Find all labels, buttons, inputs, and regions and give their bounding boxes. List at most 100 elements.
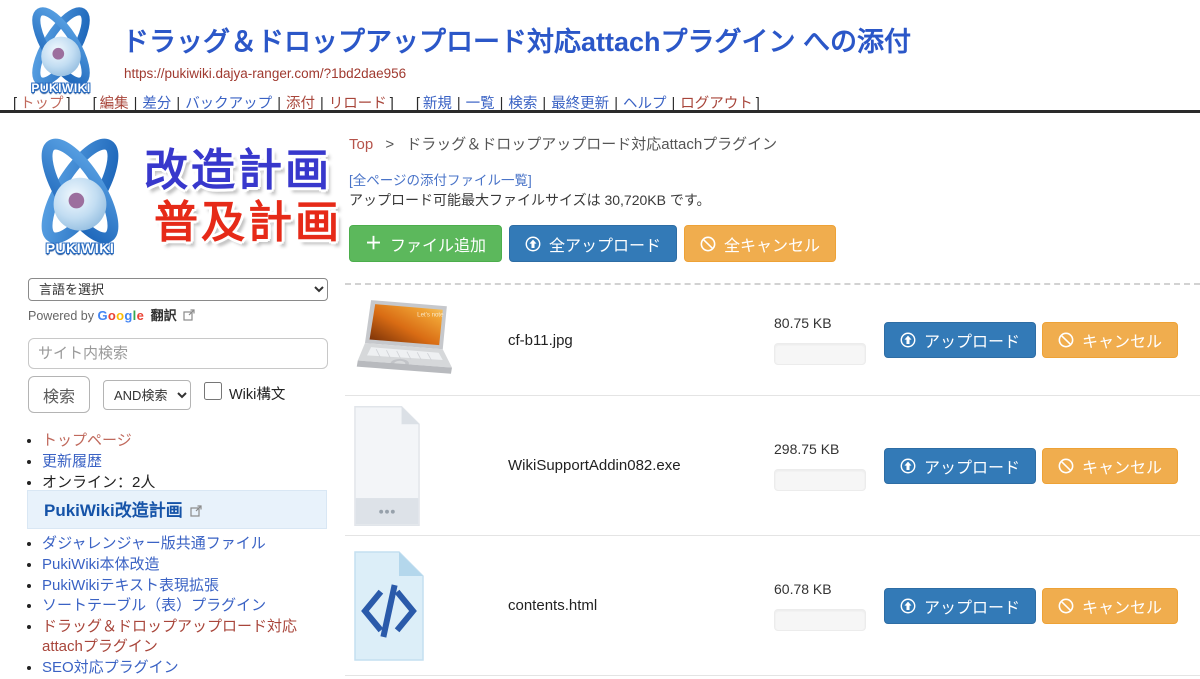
bracket: [ bbox=[416, 96, 420, 112]
upload-toolbar: ＋ ファイル追加 全アップロード 全キャンセル bbox=[349, 225, 836, 262]
separator: | bbox=[500, 96, 504, 112]
sidebar-link-dragdrop-attach[interactable]: ドラッグ＆ドロップアップロード対応attachプラグイン bbox=[42, 618, 297, 655]
nav-link-backup[interactable]: バックアップ bbox=[185, 96, 272, 112]
wiki-syntax-label: Wiki構文 bbox=[229, 383, 285, 404]
circle-arrow-up-icon bbox=[900, 332, 916, 348]
upload-button[interactable]: アップロード bbox=[884, 322, 1036, 358]
file-row: WikiSupportAddin082.exe 298.75 KB アップロード… bbox=[345, 396, 1200, 536]
list-item: ソートテーブル（表）プラグイン bbox=[42, 596, 331, 616]
breadcrumb-current: ドラッグ＆ドロップアップロード対応attachプラグイン bbox=[406, 136, 777, 153]
ban-circle-icon bbox=[700, 236, 716, 252]
nav-link-top[interactable]: トップ bbox=[20, 96, 64, 112]
file-thumbnail-cell bbox=[353, 550, 508, 662]
nav-link-search[interactable]: 検索 bbox=[508, 96, 537, 112]
file-name: cf-b11.jpg bbox=[508, 332, 766, 349]
nav-link-diff[interactable]: 差分 bbox=[142, 96, 171, 112]
sidebar-link-history[interactable]: 更新履歴 bbox=[42, 453, 102, 470]
bracket: ] bbox=[67, 96, 71, 112]
laptop-photo-thumbnail: Let's note bbox=[353, 297, 467, 383]
nav-group-top: [トップ] bbox=[10, 96, 74, 112]
google-translate-attribution: Powered by Google 翻訳 bbox=[28, 305, 195, 324]
nav-link-edit[interactable]: 編集 bbox=[100, 96, 129, 112]
separator: | bbox=[457, 96, 461, 112]
file-size-cell: 298.75 KB bbox=[766, 441, 876, 491]
nav-link-logout[interactable]: ログアウト bbox=[680, 96, 753, 112]
file-size: 60.78 KB bbox=[774, 581, 876, 597]
pukiwiki-logo-icon: PUKIWIKI bbox=[20, 137, 140, 257]
pukiwiki-logo-icon[interactable]: PUKIWIKI bbox=[16, 6, 106, 96]
breadcrumb-top-link[interactable]: Top bbox=[349, 136, 373, 153]
all-attachments-link[interactable]: [全ページの添付ファイル一覧] bbox=[349, 169, 532, 189]
plus-icon: ＋ bbox=[365, 235, 382, 252]
sidebar-link-seo[interactable]: SEO対応プラグイン bbox=[42, 659, 179, 676]
file-actions: アップロード キャンセル bbox=[884, 322, 1178, 358]
separator: | bbox=[320, 96, 324, 112]
progress-bar bbox=[774, 469, 866, 491]
file-name: WikiSupportAddin082.exe bbox=[508, 457, 766, 474]
sidebar-link-sorttable[interactable]: ソートテーブル（表）プラグイン bbox=[42, 597, 266, 614]
progress-bar bbox=[774, 343, 866, 365]
breadcrumb: Top > ドラッグ＆ドロップアップロード対応attachプラグイン bbox=[349, 133, 777, 154]
translate-label: 翻訳 bbox=[151, 308, 177, 323]
cancel-button[interactable]: キャンセル bbox=[1042, 322, 1178, 358]
list-item: 更新履歴 bbox=[42, 452, 335, 472]
separator: | bbox=[277, 96, 281, 112]
file-drop-zone[interactable]: Let's note cf-b11.jpg 80.75 KB アップロード キャ… bbox=[345, 283, 1200, 676]
page-title: ドラッグ＆ドロップアップロード対応attachプラグイン への添付 bbox=[122, 20, 911, 59]
powered-by-text: Powered by bbox=[28, 309, 94, 323]
separator: | bbox=[614, 96, 618, 112]
bracket: ] bbox=[390, 96, 394, 112]
search-mode-select[interactable]: AND検索 bbox=[103, 380, 191, 410]
nav-link-help[interactable]: ヘルプ bbox=[623, 96, 667, 112]
online-count: オンライン：2人 bbox=[42, 474, 155, 491]
file-actions: アップロード キャンセル bbox=[884, 588, 1178, 624]
pukiwiki-logo-label: PUKIWIKI bbox=[20, 240, 140, 256]
upload-all-button[interactable]: 全アップロード bbox=[509, 225, 677, 262]
search-button[interactable]: 検索 bbox=[28, 376, 90, 413]
nav-link-attach[interactable]: 添付 bbox=[286, 96, 315, 112]
list-item: ドラッグ＆ドロップアップロード対応attachプラグイン bbox=[42, 617, 331, 657]
sidebar-link-core-mods[interactable]: PukiWiki本体改造 bbox=[42, 556, 160, 573]
banner-line-kaizou: 改造計画 bbox=[144, 145, 342, 197]
upload-button[interactable]: アップロード bbox=[884, 448, 1036, 484]
sidebar: PUKIWIKI 改造計画 普及計画 言語を選択 Powered by Goog… bbox=[0, 115, 345, 630]
max-upload-size-text: アップロード可能最大ファイルサイズは 30,720KB です。 bbox=[349, 190, 710, 210]
nav-link-recent[interactable]: 最終更新 bbox=[551, 96, 609, 112]
file-size-cell: 80.75 KB bbox=[766, 315, 876, 365]
sidebar-link-common-files[interactable]: ダジャレンジャー版共通ファイル bbox=[42, 535, 266, 552]
list-item: トップページ bbox=[42, 431, 335, 451]
page-url-link[interactable]: https://pukiwiki.dajya-ranger.com/?1bd2d… bbox=[124, 66, 406, 81]
list-item: ダジャレンジャー版共通ファイル bbox=[42, 534, 331, 554]
circle-arrow-up-icon bbox=[525, 236, 541, 252]
separator: | bbox=[671, 96, 675, 112]
ban-circle-icon bbox=[1058, 332, 1074, 348]
file-thumbnail-cell: Let's note bbox=[353, 297, 508, 383]
cancel-button[interactable]: キャンセル bbox=[1042, 448, 1178, 484]
language-select[interactable]: 言語を選択 bbox=[28, 278, 328, 301]
svg-text:Let's note: Let's note bbox=[417, 311, 444, 318]
progress-bar bbox=[774, 609, 866, 631]
circle-arrow-up-icon bbox=[900, 458, 916, 474]
nav-link-list[interactable]: 一覧 bbox=[466, 96, 495, 112]
site-banner[interactable]: PUKIWIKI 改造計画 普及計画 bbox=[20, 137, 342, 257]
sidebar-link-text-ext[interactable]: PukiWikiテキスト表現拡張 bbox=[42, 577, 219, 594]
site-search-input[interactable] bbox=[28, 338, 328, 369]
file-size: 80.75 KB bbox=[774, 315, 876, 331]
list-item: PukiWikiテキスト表現拡張 bbox=[42, 576, 331, 596]
wiki-syntax-checkbox[interactable] bbox=[204, 382, 222, 400]
cancel-all-button[interactable]: 全キャンセル bbox=[684, 225, 836, 262]
separator: | bbox=[176, 96, 180, 112]
nav-link-new[interactable]: 新規 bbox=[423, 96, 452, 112]
top-navbar: [トップ] [編集|差分|バックアップ|添付|リロード] [新規|一覧|検索|最… bbox=[10, 92, 775, 113]
upload-button[interactable]: アップロード bbox=[884, 588, 1036, 624]
cancel-button[interactable]: キャンセル bbox=[1042, 588, 1178, 624]
page-header: PUKIWIKI ドラッグ＆ドロップアップロード対応attachプラグイン への… bbox=[0, 0, 1200, 113]
sidebar-section-heading: PukiWiki改造計画 bbox=[27, 490, 327, 529]
html-code-file-icon bbox=[353, 550, 425, 662]
sidebar-quick-links: トップページ 更新履歴 オンライン：2人 bbox=[42, 431, 335, 493]
add-files-button[interactable]: ＋ ファイル追加 bbox=[349, 225, 502, 262]
sidebar-link-toppage[interactable]: トップページ bbox=[42, 432, 132, 449]
sidebar-heading-link[interactable]: PukiWiki改造計画 bbox=[44, 501, 183, 520]
nav-link-reload[interactable]: リロード bbox=[329, 96, 387, 112]
bracket: ] bbox=[756, 96, 760, 112]
